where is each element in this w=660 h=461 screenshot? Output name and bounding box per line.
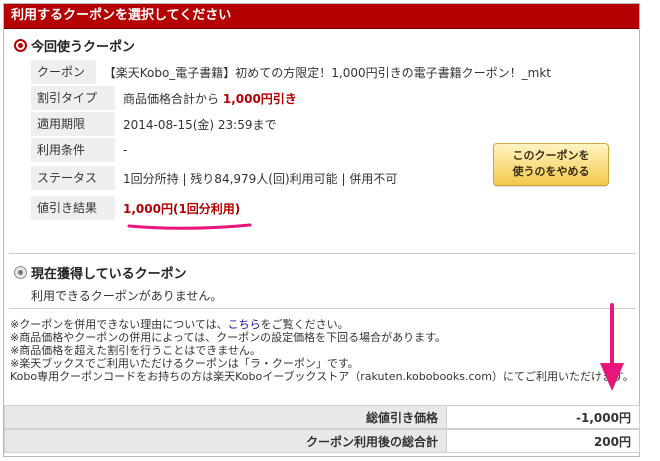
row-label: 割引タイプ [31,86,115,110]
total-discount-label: 総値引き価格 [4,405,447,429]
table-row: 値引き結果 1,000円(1回分利用) [31,196,551,220]
row-label: クーポン名 [31,60,96,103]
cancel-button-line1: このクーポンを [512,149,590,162]
note-text: をご覧ください。 [260,318,349,331]
cancel-button-line2: 使うのをやめる [512,165,590,178]
current-coupon-title: 今回使うクーポン [31,40,136,55]
table-row: ステータス 1回分所持 | 残り84,979人(回)利用可能 | 併用不可 [31,166,551,190]
note-line: ※商品価格やクーポンの併用によっては、クーポンの設定価格を下回る場合があります。 [10,331,447,344]
current-coupon-heading: 今回使うクーポン [14,36,135,55]
section-divider [9,253,635,254]
discount-result: 1,000円(1回分利用) [123,201,241,216]
section-divider [9,308,635,309]
row-value: 2014-08-15(金) 23:59まで [123,117,277,132]
row-label: ステータス [31,166,115,190]
note-line: ※商品価格を超えた割引を行うことはできません。 [10,344,261,357]
table-row: 割引タイプ 商品価格合計から 1,000円引き [31,86,551,110]
grand-total-value: 200円 [447,429,640,453]
highlight-underline [127,223,252,230]
row-value: 【楽天Kobo_電子書籍】初めての方限定！1,000円引きの電子書籍クーポン！_… [103,65,551,80]
acquired-coupon-radio[interactable] [14,266,27,279]
grand-total-row: クーポン利用後の総合計 200円 [4,429,640,453]
note-line: ※楽天ブックスでご利用いただけるクーポンは「ラ・クーポン」です。 [10,357,359,370]
no-coupon-message: 利用できるクーポンがありません。 [31,289,223,303]
row-value: 商品価格合計から 1,000円引き [115,90,297,107]
total-discount-row: 総値引き価格 -1,000円 [4,405,640,429]
panel-header: 利用するクーポンを選択してください [4,4,639,29]
row-label: 値引き結果 [31,196,115,220]
row-value: 1回分所持 | 残り84,979人(回)利用可能 | 併用不可 [123,171,398,186]
note-text: ※クーポンを併用できない理由については、 [10,318,228,331]
note-line: Kobo専用クーポンコードをお持ちの方は楽天Koboイーブックストア（rakut… [10,370,634,383]
cancel-coupon-button[interactable]: このクーポンを 使うのをやめる [493,143,609,186]
discount-type-text: 商品価格合計から [123,91,220,106]
notes-block: ※クーポンを併用できない理由については、こちらをご覧ください。 ※商品価格やクー… [10,318,634,383]
current-coupon-radio[interactable] [14,39,27,52]
row-label: 適用期限 [31,112,115,136]
table-row: 適用期限 2014-08-15(金) 23:59まで [31,112,551,136]
acquired-coupon-heading: 現在獲得しているクーポン [14,263,187,282]
note-line: ※クーポンを併用できない理由については、こちらをご覧ください。 [10,318,634,331]
reason-link[interactable]: こちら [228,318,261,331]
annotation-arrow-icon [600,303,624,391]
grand-total-label: クーポン利用後の総合計 [4,429,447,453]
row-label: 利用条件 [31,138,115,162]
row-value: - [123,143,128,157]
table-row: クーポン名 【楽天Kobo_電子書籍】初めての方限定！1,000円引きの電子書籍… [31,60,551,103]
total-discount-value: -1,000円 [447,405,640,429]
table-row: 利用条件 - [31,138,551,162]
discount-amount: 1,000円引き [222,91,297,106]
acquired-coupon-title: 現在獲得しているクーポン [31,267,187,282]
